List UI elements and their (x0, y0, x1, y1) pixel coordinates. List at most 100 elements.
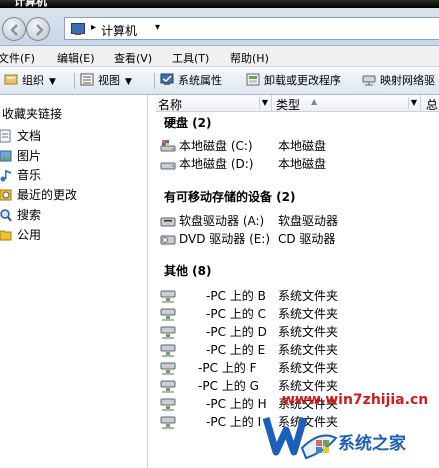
nav-link-label: 最近的更改 (17, 188, 78, 202)
nav-link-label: 文档 (17, 129, 42, 143)
item-type: 系统文件夹 (278, 361, 339, 375)
menu-bar: 文件(F) 编辑(E) 查看(V) 工具(T) 帮助(H) (0, 46, 439, 67)
column-name-header[interactable]: 名称 (158, 96, 182, 113)
item-name: 本地磁盘 (D:) (179, 157, 254, 171)
documents-icon (0, 129, 11, 143)
item-type: CD 驱动器 (278, 232, 336, 246)
item-type: 系统文件夹 (278, 343, 339, 357)
network-drive-icon (160, 308, 176, 321)
window-title: 计算机 (14, 0, 47, 8)
item-type: 本地磁盘 (278, 157, 327, 171)
uninstall-icon (246, 73, 260, 86)
item-type: 系统文件夹 (278, 307, 339, 321)
list-item[interactable]: -PC 上的 B 系统文件夹 (158, 288, 438, 304)
chevron-down-icon: ▼ (49, 77, 56, 87)
map-drive-label: 映射网络驱 (380, 74, 435, 87)
item-name: 本地磁盘 (C:) (179, 139, 253, 153)
hard-disk-icon (160, 162, 176, 170)
network-drive-icon (160, 344, 176, 357)
column-headers: 名称 ▼ 类型 ▲ ▼ 总 (156, 95, 439, 112)
menu-file[interactable]: 文件(F) (0, 50, 35, 66)
list-item[interactable]: -PC 上的 E 系统文件夹 (158, 342, 438, 358)
breadcrumb-arrow-icon[interactable]: ▸ (91, 22, 96, 33)
views-label: 视图 (98, 74, 120, 87)
watermark-url: www.win7zhijia.cn (282, 392, 429, 408)
menu-edit[interactable]: 编辑(E) (57, 50, 95, 66)
item-name: -PC 上的 H (206, 397, 267, 411)
organize-button[interactable]: 组织 ▼ (4, 73, 56, 89)
system-properties-icon (160, 73, 174, 85)
list-item[interactable]: 本地磁盘 (D:) 本地磁盘 (158, 156, 438, 172)
back-button[interactable] (2, 17, 26, 41)
menu-help[interactable]: 帮助(H) (230, 50, 269, 66)
organize-icon (4, 74, 18, 85)
column-total-header[interactable]: 总 (426, 96, 438, 113)
column-divider[interactable] (420, 95, 421, 112)
item-type: 系统文件夹 (278, 289, 339, 303)
network-drive-icon (362, 75, 376, 86)
views-button[interactable]: 视图 ▼ (80, 73, 132, 89)
list-item[interactable]: DVD 驱动器 (E:) CD 驱动器 (158, 231, 438, 247)
network-drive-icon (160, 380, 176, 393)
nav-link-public[interactable]: 公用 (0, 226, 146, 244)
music-icon (0, 170, 11, 182)
toolbar: 组织 ▼ 视图 ▼ 系统属性 卸载或更改程序 映射网络驱 (0, 67, 439, 95)
nav-link-search[interactable]: 搜索 (0, 206, 146, 224)
computer-icon (71, 23, 85, 35)
dvd-drive-icon (160, 235, 176, 245)
map-drive-button[interactable]: 映射网络驱 (362, 73, 435, 89)
toolbar-divider (154, 73, 155, 89)
arrow-left-icon (10, 24, 18, 36)
chevron-down-icon[interactable]: ▼ (408, 97, 419, 109)
nav-link-pictures[interactable]: 图片 (0, 147, 146, 165)
list-item[interactable]: -PC 上的 C 系统文件夹 (158, 306, 438, 322)
list-item[interactable]: 软盘驱动器 (A:) 软盘驱动器 (158, 213, 438, 229)
nav-link-documents[interactable]: 文档 (0, 127, 146, 145)
public-folder-icon (0, 230, 12, 241)
system-properties-button[interactable]: 系统属性 (160, 73, 222, 89)
item-name: -PC 上的 C (206, 307, 266, 321)
organize-label: 组织 (22, 74, 44, 87)
network-drive-icon (160, 326, 176, 339)
nav-link-label: 音乐 (17, 168, 42, 182)
uninstall-label: 卸载或更改程序 (264, 74, 341, 87)
floppy-drive-icon (160, 217, 176, 227)
column-type-header[interactable]: 类型 (276, 96, 300, 113)
breadcrumb-computer[interactable]: 计算机 (101, 22, 137, 39)
nav-link-label: 图片 (17, 149, 42, 163)
network-drive-icon (160, 290, 176, 303)
menu-tools[interactable]: 工具(T) (172, 50, 209, 66)
nav-link-recent-changes[interactable]: 最近的更改 (0, 186, 146, 204)
nav-link-label: 搜索 (17, 208, 42, 222)
favorites-heading: 收藏夹链接 (2, 107, 63, 121)
item-name: DVD 驱动器 (E:) (179, 232, 271, 246)
chevron-down-icon[interactable]: ▾ (155, 22, 160, 33)
toolbar-divider (74, 73, 75, 89)
hard-disk-icon (160, 140, 176, 152)
list-item[interactable]: 本地磁盘 (C:) 本地磁盘 (158, 138, 438, 154)
item-name: -PC 上的 F (198, 361, 257, 375)
list-item[interactable]: -PC 上的 D 系统文件夹 (158, 324, 438, 340)
forward-button[interactable] (26, 17, 50, 41)
uninstall-button[interactable]: 卸载或更改程序 (246, 73, 341, 89)
list-item[interactable]: -PC 上的 F 系统文件夹 (158, 360, 438, 376)
group-other-title[interactable]: 其他 (8) (164, 262, 212, 279)
nav-link-music[interactable]: 音乐 (0, 166, 146, 184)
item-type: 系统文件夹 (278, 325, 339, 339)
recent-changes-icon (0, 189, 12, 201)
watermark-brand: 系统之家 (338, 434, 406, 454)
sort-arrow-icon: ▲ (311, 97, 318, 106)
network-drive-icon (160, 362, 176, 375)
column-divider[interactable] (271, 95, 272, 112)
item-type: 本地磁盘 (278, 139, 327, 153)
nav-link-label: 公用 (17, 228, 42, 242)
arrow-right-icon (36, 24, 44, 36)
group-hard-disks-title[interactable]: 硬盘 (2) (164, 114, 212, 131)
item-name: -PC 上的 D (206, 325, 267, 339)
address-bar[interactable]: ▸ 计算机 ▾ (64, 17, 439, 40)
item-name: -PC 上的 E (206, 343, 266, 357)
chevron-down-icon[interactable]: ▼ (259, 97, 270, 109)
group-removable-title[interactable]: 有可移动存储的设备 (2) (164, 188, 296, 205)
network-drive-icon (160, 416, 176, 429)
menu-view[interactable]: 查看(V) (114, 50, 152, 66)
